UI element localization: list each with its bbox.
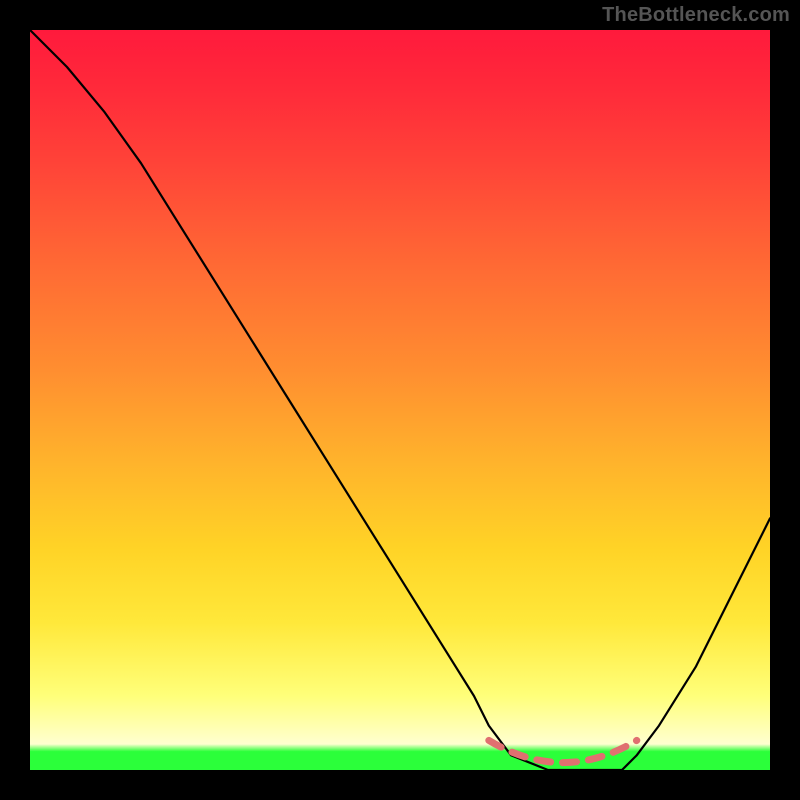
chart-frame: TheBottleneck.com xyxy=(0,0,800,800)
curve-path xyxy=(30,30,770,770)
bottleneck-curve xyxy=(30,30,770,770)
plot-area xyxy=(30,30,770,770)
trough-marker xyxy=(489,740,637,762)
watermark-label: TheBottleneck.com xyxy=(602,4,790,27)
